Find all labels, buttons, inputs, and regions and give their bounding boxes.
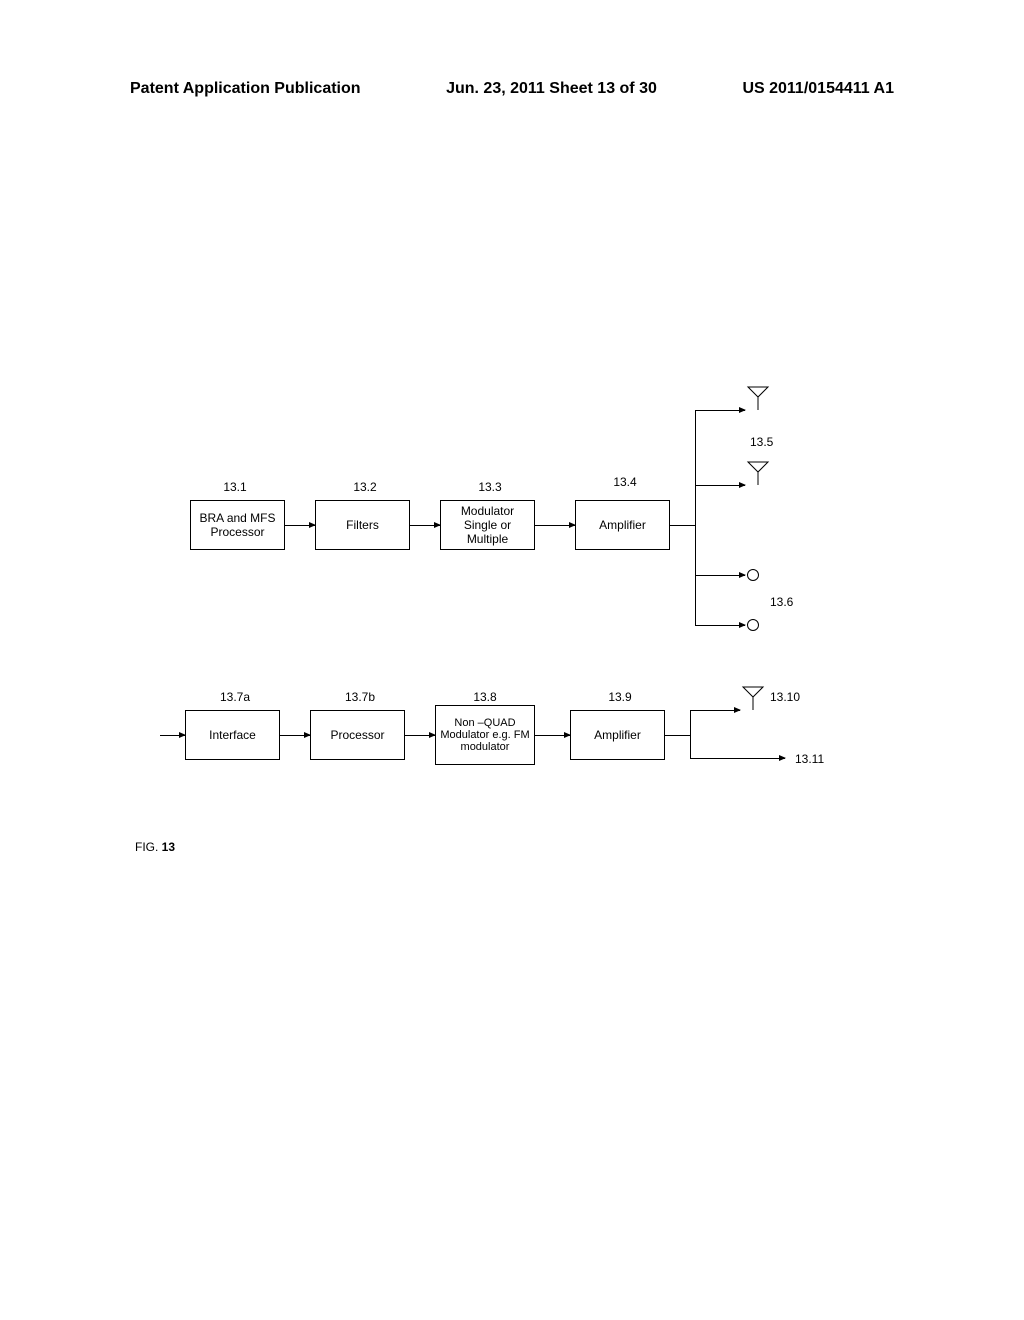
label-13-8: 13.8 — [465, 690, 505, 704]
header-center: Jun. 23, 2011 Sheet 13 of 30 — [446, 80, 657, 98]
figure-label: FIG. 13 — [135, 840, 175, 854]
arrow-circ1 — [735, 575, 745, 576]
arrow-out-bottom — [775, 758, 785, 759]
arrow-7a-7b — [280, 735, 310, 736]
line-circ1 — [695, 575, 735, 576]
label-13-11: 13.11 — [795, 752, 824, 766]
arrow-into-interface — [160, 735, 185, 736]
circle-output-2 — [747, 619, 759, 631]
label-13-4: 13.4 — [605, 475, 645, 489]
antenna-icon-2 — [745, 460, 771, 486]
line-ant1 — [695, 410, 735, 411]
line-out-trunk-top — [670, 525, 695, 526]
header-right: US 2011/0154411 A1 — [742, 80, 894, 98]
label-13-9: 13.9 — [600, 690, 640, 704]
block-filters: Filters — [315, 500, 410, 550]
line-out-v-bottom — [690, 710, 691, 758]
block-modulator: Modulator Single or Multiple — [440, 500, 535, 550]
line-out-bottom — [690, 758, 775, 759]
block-interface: Interface — [185, 710, 280, 760]
label-13-10: 13.10 — [770, 690, 800, 704]
label-13-1: 13.1 — [215, 480, 255, 494]
header-left: Patent Application Publication — [130, 80, 361, 98]
arrow-8-9 — [535, 735, 570, 736]
label-13-5: 13.5 — [750, 435, 773, 449]
arrow-ant1 — [735, 410, 745, 411]
line-out-trunk-bottom — [665, 735, 690, 736]
block-nonquad-modulator: Non –QUAD Modulator e.g. FM modulator — [435, 705, 535, 765]
line-circ2 — [695, 625, 735, 626]
antenna-icon-bottom — [740, 685, 766, 711]
block-amplifier-bottom: Amplifier — [570, 710, 665, 760]
arrow-ant2 — [735, 485, 745, 486]
antenna-icon-1 — [745, 385, 771, 411]
label-13-7a: 13.7a — [210, 690, 260, 704]
line-ant-bottom — [690, 710, 730, 711]
label-13-3: 13.3 — [470, 480, 510, 494]
arrow-3-4 — [535, 525, 575, 526]
block-processor: Processor — [310, 710, 405, 760]
label-13-7b: 13.7b — [335, 690, 385, 704]
label-13-6: 13.6 — [770, 595, 793, 609]
arrow-circ2 — [735, 625, 745, 626]
line-ant2 — [695, 485, 735, 486]
arrow-2-3 — [410, 525, 440, 526]
arrow-1-2 — [285, 525, 315, 526]
arrow-7b-8 — [405, 735, 435, 736]
arrow-ant-bottom — [730, 710, 740, 711]
circle-output-1 — [747, 569, 759, 581]
block-bra-mfs-processor: BRA and MFS Processor — [190, 500, 285, 550]
block-amplifier-top: Amplifier — [575, 500, 670, 550]
line-out-v-top — [695, 410, 696, 625]
label-13-2: 13.2 — [345, 480, 385, 494]
